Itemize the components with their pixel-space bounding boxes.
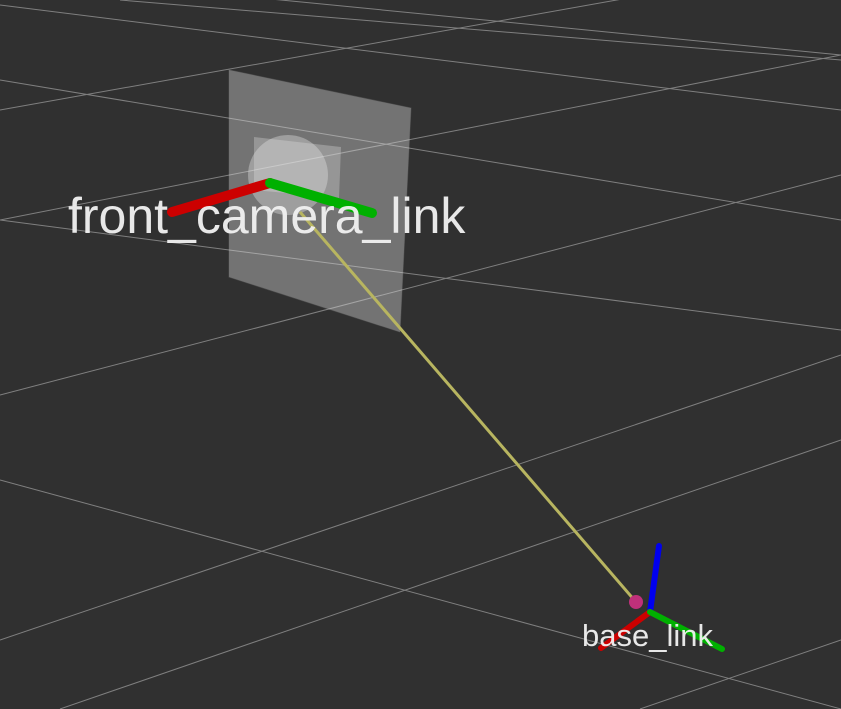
base-frame-label: base_link [582, 618, 713, 653]
origin-marker [629, 595, 643, 609]
tf-link-line [298, 211, 638, 603]
z-axis-arrow [647, 543, 662, 615]
front-camera-frame-label: front_camera_link [68, 188, 466, 244]
scene-svg: front_camera_link base_link [0, 0, 841, 709]
ground-grid [0, 0, 841, 709]
3d-viewport[interactable]: front_camera_link base_link [0, 0, 841, 709]
